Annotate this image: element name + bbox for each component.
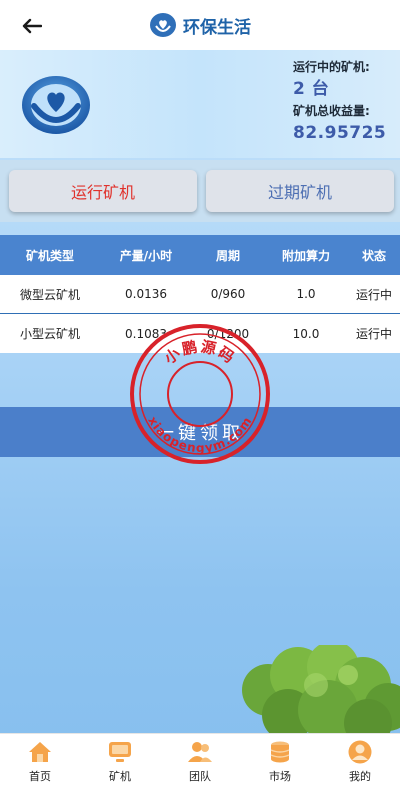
cell-status: 运行中: [355, 327, 392, 341]
nav-miners-label: 矿机: [109, 770, 131, 783]
tab-running-miners[interactable]: 运行矿机: [9, 170, 197, 212]
column-header-output: 产量/小时: [119, 248, 173, 263]
running-count-label: 运行中的矿机:: [293, 60, 370, 74]
table-header: 矿机类型 产量/小时 周期 附加算力 状态: [0, 235, 400, 275]
nav-team[interactable]: 团队: [160, 734, 240, 789]
eco-hands-heart-icon: [22, 76, 90, 134]
miner-tabs: 运行矿机 过期矿机: [0, 160, 400, 222]
column-header-cycle: 周期: [215, 248, 240, 263]
brand-logo-icon: [150, 13, 176, 37]
column-header-extra-power: 附加算力: [281, 248, 330, 263]
brand: 环保生活: [149, 12, 251, 38]
table-row: 微型云矿机 0.0136 0/960 1.0 运行中: [0, 275, 400, 314]
nav-profile-label: 我的: [349, 770, 371, 783]
cell-type: 微型云矿机: [19, 287, 80, 302]
cell-cycle: 0/960: [210, 287, 246, 301]
hero-logo: [20, 74, 92, 140]
cell-status: 运行中: [355, 287, 392, 302]
nav-home[interactable]: 首页: [0, 734, 80, 789]
nav-profile[interactable]: 我的: [320, 734, 400, 789]
monitor-icon: [109, 742, 131, 762]
nav-market-label: 市场: [269, 770, 291, 783]
total-earnings-value: 82.95725: [293, 123, 387, 143]
svg-text:小鹏源码: 小鹏源码: [161, 337, 239, 367]
bottom-navigation: 首页 矿机 团队 市场 我的: [0, 733, 400, 789]
nav-miners[interactable]: 矿机: [80, 734, 160, 789]
tab-expired-miners[interactable]: 过期矿机: [206, 170, 394, 212]
cell-extra-power: 1.0: [296, 287, 316, 301]
hero-banner: 运行中的矿机: 2 台 矿机总收益量: 82.95725: [0, 50, 400, 158]
nav-team-label: 团队: [189, 770, 211, 783]
cell-output: 0.0136: [125, 287, 167, 301]
top-bar: 环保生活: [0, 0, 400, 50]
back-button[interactable]: [18, 12, 46, 40]
column-header-status: 状态: [361, 248, 386, 263]
cell-extra-power: 10.0: [292, 326, 320, 341]
mining-stats: 运行中的矿机: 2 台 矿机总收益量: 82.95725: [293, 58, 386, 146]
team-icon: [188, 742, 212, 762]
total-earnings-label: 矿机总收益量:: [293, 104, 370, 118]
column-header-type: 矿机类型: [25, 248, 74, 263]
nav-market[interactable]: 市场: [240, 734, 320, 789]
watermark-stamp: 小鹏源码 xiaopengym.com: [128, 322, 272, 470]
page-title: 环保生活: [183, 17, 251, 38]
cell-type: 小型云矿机: [19, 327, 80, 341]
watermark-top-text: 小鹏源码: [161, 337, 237, 367]
home-icon: [29, 742, 51, 762]
nav-home-label: 首页: [29, 770, 51, 783]
tree-illustration: [228, 641, 400, 747]
arrow-left-icon: [22, 18, 42, 34]
coins-icon: [270, 741, 290, 763]
user-icon: [348, 740, 372, 764]
running-count-value: 2 台: [293, 79, 330, 99]
